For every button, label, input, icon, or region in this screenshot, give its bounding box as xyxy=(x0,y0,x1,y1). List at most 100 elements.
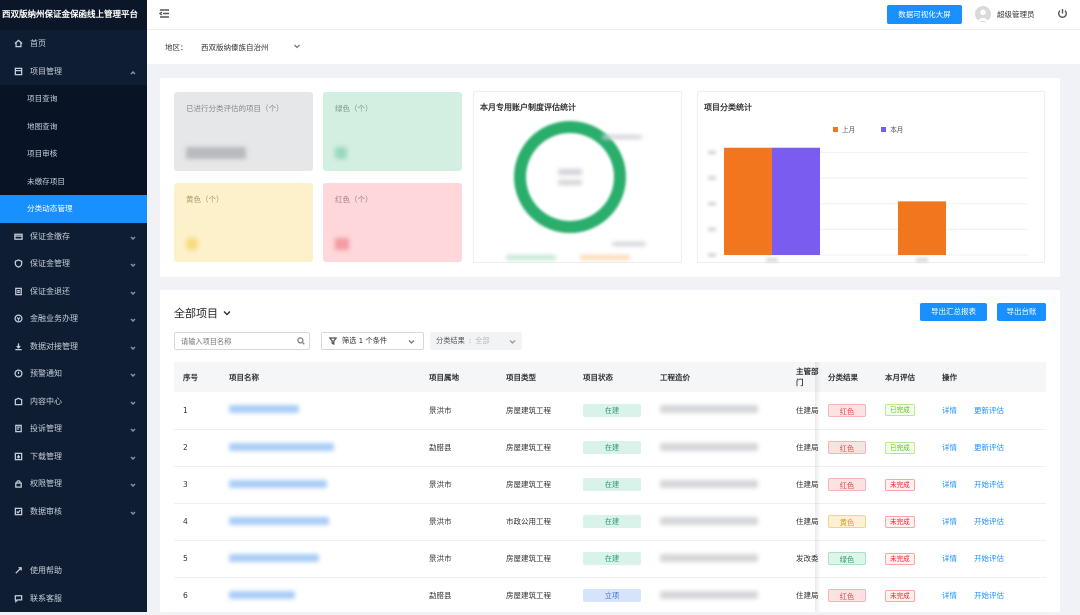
cell-project-name[interactable] xyxy=(220,503,420,541)
cell-project-name[interactable] xyxy=(220,392,420,430)
column-header: 项目类型 xyxy=(497,362,574,392)
cell-project-name[interactable] xyxy=(220,429,420,467)
bar-this-month xyxy=(772,147,820,255)
sidebar-item-label: 权限管理 xyxy=(30,479,62,489)
sidebar-item-project-management[interactable]: 项目管理 xyxy=(0,58,147,86)
sidebar-subitem-project-audit[interactable]: 项目审核 xyxy=(0,140,147,168)
cell-no: 4 xyxy=(174,503,220,541)
region-select[interactable]: 西双版纳傣族自治州 xyxy=(201,42,269,53)
evaluate-link[interactable]: 开始评估 xyxy=(974,591,1004,600)
project-name-link[interactable] xyxy=(229,590,295,599)
sidebar-subitem-classification[interactable]: 分类动态管理 xyxy=(0,195,147,223)
project-name-link[interactable] xyxy=(229,553,319,562)
cell-type: 房屋建筑工程 xyxy=(497,577,574,615)
power-icon[interactable] xyxy=(1057,8,1068,19)
filter-icon xyxy=(328,337,338,346)
evaluate-link[interactable]: 开始评估 xyxy=(974,554,1004,563)
export-ledger-button[interactable]: 导出台账 xyxy=(997,303,1046,321)
sidebar-item-finance[interactable]: 金融业务办理 xyxy=(0,305,147,333)
project-name-link[interactable] xyxy=(229,442,334,451)
column-header: 序号 xyxy=(174,362,220,392)
refund-icon xyxy=(13,286,23,296)
table-row[interactable]: 2 勐腊县 房屋建筑工程 在建 住建局 红色 已完成 详情 更新评估 xyxy=(174,429,1046,467)
sidebar-item-label: 保证金缴存 xyxy=(30,231,70,241)
project-name-link[interactable] xyxy=(229,405,299,414)
class-badge: 红色 xyxy=(828,441,866,454)
sidebar-item-permissions[interactable]: 权限管理 xyxy=(0,470,147,498)
cell-eval: 未完成 xyxy=(876,577,933,615)
sidebar-item-deposit-management[interactable]: 保证金管理 xyxy=(0,250,147,278)
table-row[interactable]: 6 勐腊县 房屋建筑工程 立项 住建局 红色 未完成 详情 开始评估 xyxy=(174,577,1046,615)
sidebar-subitem-project-query[interactable]: 项目查询 xyxy=(0,85,147,113)
stat-card-evaluated: 已进行分类评估的项目（个） xyxy=(174,92,313,171)
sidebar-subitem-unpaid-projects[interactable]: 未缴存项目 xyxy=(0,168,147,196)
detail-link[interactable]: 详情 xyxy=(942,517,957,526)
table-row[interactable]: 5 景洪市 房屋建筑工程 在建 发改委 绿色 未完成 详情 开始评估 xyxy=(174,540,1046,578)
export-summary-button[interactable]: 导出汇总报表 xyxy=(920,303,987,321)
sidebar-item-complaints[interactable]: 投诉管理 xyxy=(0,415,147,443)
project-icon xyxy=(13,66,23,76)
cost-value xyxy=(660,590,758,599)
donut-chart xyxy=(506,121,646,260)
class-badge: 绿色 xyxy=(828,552,866,565)
account-eval-panel: 本月专用账户制度评估统计 xyxy=(473,91,682,263)
x-tick-label xyxy=(766,258,778,262)
chevron-down-icon xyxy=(130,234,136,240)
table-row[interactable]: 4 景洪市 市政公用工程 在建 住建局 黄色 未完成 详情 开始评估 xyxy=(174,503,1046,541)
table-row[interactable]: 3 景洪市 房屋建筑工程 在建 住建局 红色 未完成 详情 开始评估 xyxy=(174,466,1046,504)
cell-class: 黄色 xyxy=(819,503,876,541)
cell-no: 2 xyxy=(174,429,220,467)
donut-legend-green xyxy=(506,255,556,260)
sidebar-item-downloads[interactable]: 下载管理 xyxy=(0,443,147,471)
eval-badge: 已完成 xyxy=(885,441,915,454)
sidebar-item-support[interactable]: 联系客服 xyxy=(0,585,147,613)
chevron-down-icon[interactable] xyxy=(293,42,301,50)
search-input[interactable] xyxy=(174,332,310,350)
cell-actions: 详情 开始评估 xyxy=(933,577,1046,615)
sidebar-item-deposit[interactable]: 保证金缴存 xyxy=(0,223,147,251)
sidebar-item-label: 数据审核 xyxy=(30,506,62,516)
detail-link[interactable]: 详情 xyxy=(942,480,957,489)
avatar[interactable] xyxy=(975,6,991,22)
sidebar-item-label: 数据对接管理 xyxy=(30,341,78,351)
project-name-link[interactable] xyxy=(229,479,327,488)
cell-eval: 未完成 xyxy=(876,503,933,541)
cell-region: 景洪市 xyxy=(420,540,497,578)
table-row[interactable]: 1 景洪市 房屋建筑工程 在建 住建局 红色 已完成 详情 更新评估 xyxy=(174,392,1046,430)
stat-card-label: 绿色（个） xyxy=(335,104,373,113)
detail-link[interactable]: 详情 xyxy=(942,591,957,600)
cell-project-name[interactable] xyxy=(220,466,420,504)
sidebar-item-label: 内容中心 xyxy=(30,396,62,406)
evaluate-link[interactable]: 开始评估 xyxy=(974,517,1004,526)
detail-link[interactable]: 详情 xyxy=(942,406,957,415)
cell-eval: 已完成 xyxy=(876,429,933,467)
sidebar-item-alerts[interactable]: 预警通知 xyxy=(0,360,147,388)
detail-link[interactable]: 详情 xyxy=(942,443,957,452)
cell-project-name[interactable] xyxy=(220,540,420,578)
sidebar-item-home[interactable]: 首页 xyxy=(0,30,147,58)
search-icon[interactable] xyxy=(297,337,305,345)
sidebar-item-content-center[interactable]: 内容中心 xyxy=(0,388,147,416)
bar-legend: 上月 本月 xyxy=(833,124,903,134)
cell-status: 在建 xyxy=(574,466,651,504)
cell-class: 红色 xyxy=(819,392,876,430)
evaluate-link[interactable]: 更新评估 xyxy=(974,443,1004,452)
sidebar-item-data-integration[interactable]: 数据对接管理 xyxy=(0,333,147,361)
data-dashboard-button[interactable]: 数据可视化大屏 xyxy=(887,5,962,24)
evaluate-link[interactable]: 更新评估 xyxy=(974,406,1004,415)
evaluate-link[interactable]: 开始评估 xyxy=(974,480,1004,489)
cell-project-name[interactable] xyxy=(220,577,420,615)
x-tick-label xyxy=(916,258,928,262)
detail-link[interactable]: 详情 xyxy=(942,554,957,563)
user-name[interactable]: 超级管理员 xyxy=(997,9,1035,20)
sidebar-item-data-audit[interactable]: 数据审核 xyxy=(0,498,147,526)
menu-collapse-icon[interactable] xyxy=(158,8,170,19)
section-title[interactable]: 全部项目 xyxy=(174,305,232,321)
cell-status: 立项 xyxy=(574,577,651,615)
sidebar-subitem-map-query[interactable]: 地图查询 xyxy=(0,113,147,141)
bar-last-month xyxy=(898,201,946,255)
sidebar-item-deposit-refund[interactable]: 保证金退还 xyxy=(0,278,147,306)
project-name-link[interactable] xyxy=(229,516,329,525)
cell-type: 房屋建筑工程 xyxy=(497,429,574,467)
sidebar-item-help[interactable]: 使用帮助 xyxy=(0,557,147,585)
